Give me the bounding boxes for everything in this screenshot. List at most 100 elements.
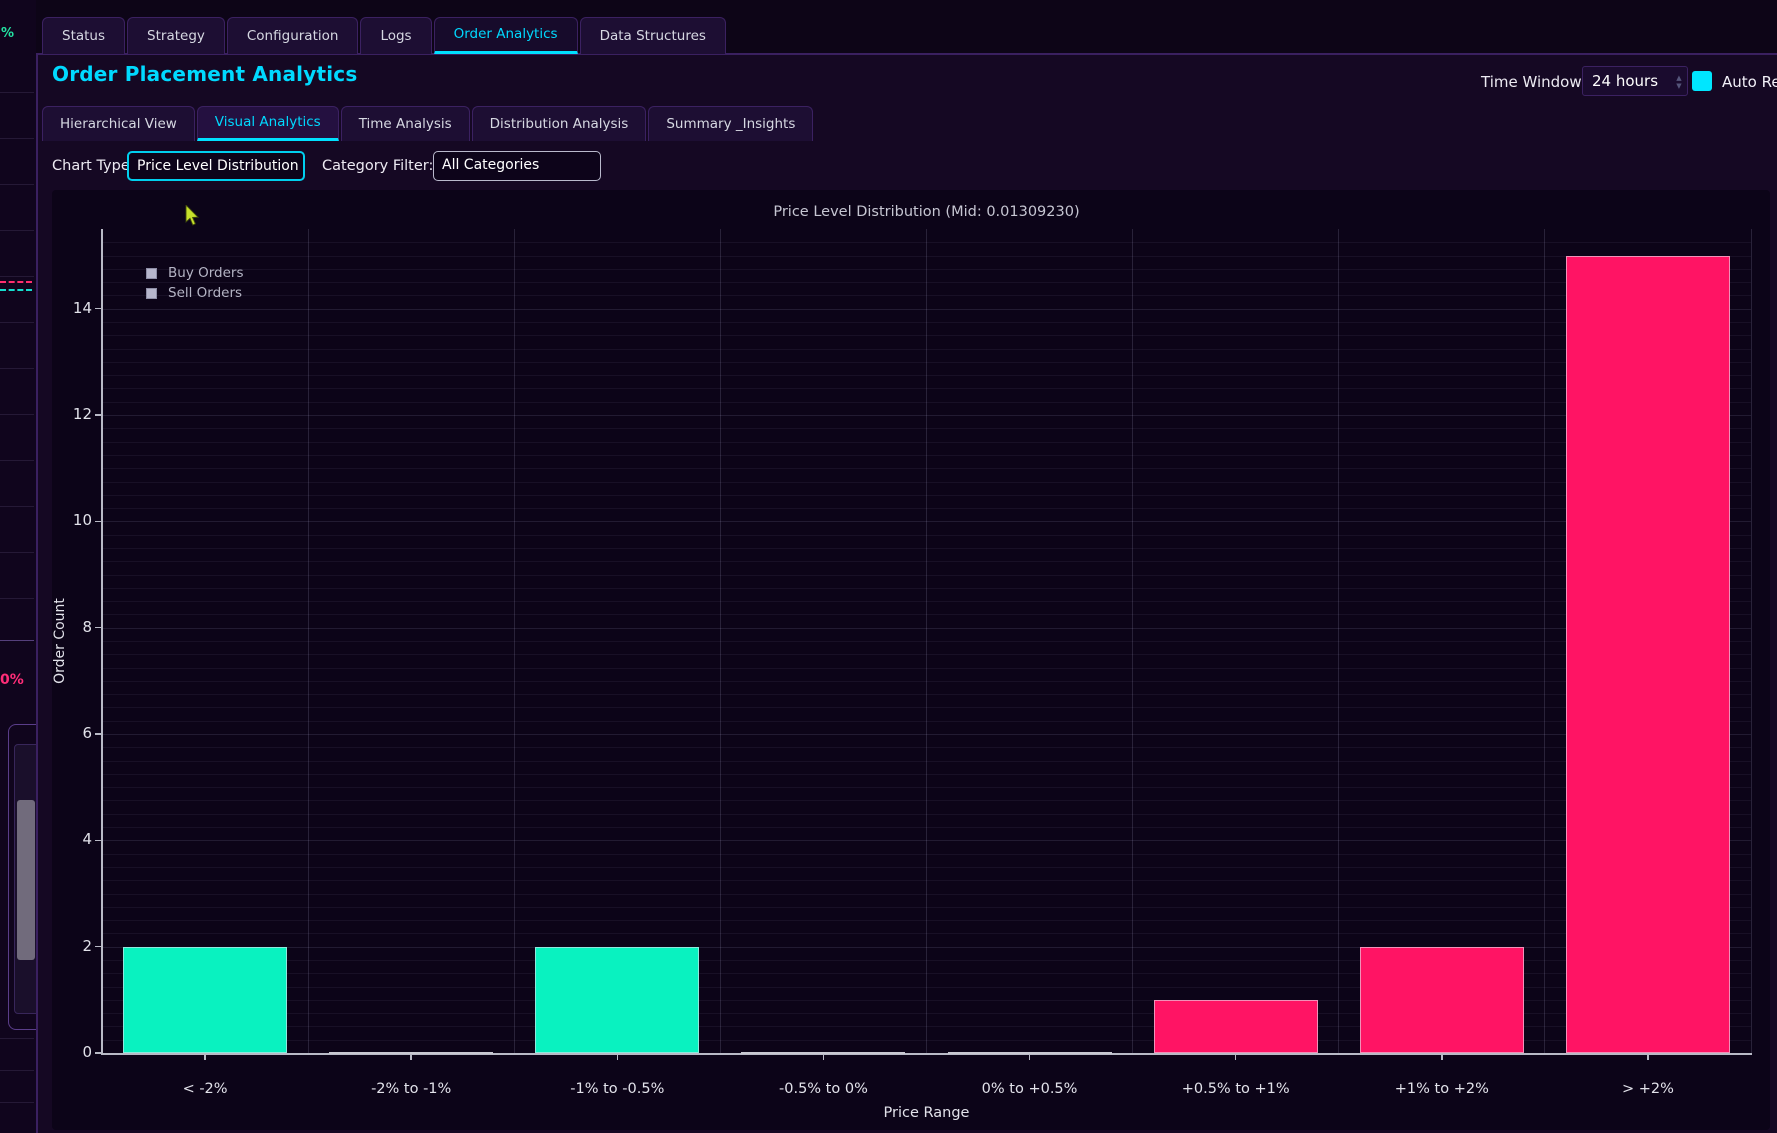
x-axis-tick-label: 0% to +0.5% xyxy=(927,1081,1133,1097)
bar-buy xyxy=(535,947,699,1053)
x-axis-title: Price Range xyxy=(102,1105,1751,1121)
grid-line-horizontal xyxy=(102,269,1751,270)
y-axis-title: Order Count xyxy=(52,598,68,684)
grid-line-horizontal xyxy=(102,375,1751,376)
grid-line-horizontal xyxy=(102,495,1751,496)
grid-line-horizontal xyxy=(102,614,1751,615)
analytics-subtabbar: Hierarchical View Visual Analytics Time … xyxy=(42,106,815,141)
grid-line-horizontal xyxy=(102,707,1751,708)
subtab-hierarchical-view[interactable]: Hierarchical View xyxy=(42,106,195,141)
grid-line-horizontal xyxy=(102,561,1751,562)
grid-line-horizontal xyxy=(102,309,1751,310)
chart-type-label: Chart Type: xyxy=(52,158,135,174)
time-window-select[interactable]: 24 hours ▲▼ xyxy=(1582,66,1688,96)
y-axis-tick-label: 2 xyxy=(38,937,92,955)
tab-strategy[interactable]: Strategy xyxy=(127,17,225,54)
grid-line-horizontal xyxy=(102,761,1751,762)
tab-data-structures[interactable]: Data Structures xyxy=(580,17,726,54)
grid-line-horizontal xyxy=(102,468,1751,469)
x-axis-tick xyxy=(410,1055,412,1060)
grid-line-horizontal xyxy=(102,442,1751,443)
subtab-time-analysis[interactable]: Time Analysis xyxy=(341,106,470,141)
category-filter-label: Category Filter: xyxy=(322,158,433,174)
grid-line-horizontal xyxy=(102,402,1751,403)
grid-line-horizontal xyxy=(102,322,1751,323)
grid-line-horizontal xyxy=(102,747,1751,748)
grid-line-horizontal xyxy=(102,654,1751,655)
grid-line-horizontal xyxy=(102,335,1751,336)
background-table-rows-bottom xyxy=(0,1038,34,1133)
y-axis-tick xyxy=(95,946,102,948)
grid-line-horizontal xyxy=(102,548,1751,549)
y-axis-tick-label: 10 xyxy=(38,511,92,529)
y-axis-tick-label: 8 xyxy=(38,618,92,636)
grid-line-horizontal xyxy=(102,920,1751,921)
tab-status[interactable]: Status xyxy=(42,17,125,54)
x-axis-tick-label: -0.5% to 0% xyxy=(720,1081,926,1097)
auto-refresh-checkbox[interactable] xyxy=(1692,71,1712,91)
grid-line-horizontal xyxy=(102,508,1751,509)
grid-line-horizontal xyxy=(102,894,1751,895)
y-axis-tick-label: 4 xyxy=(38,830,92,848)
bar-zero xyxy=(329,1052,493,1054)
y-axis-tick xyxy=(95,521,102,523)
bar-zero xyxy=(741,1052,905,1054)
tab-logs[interactable]: Logs xyxy=(360,17,431,54)
background-percent-value: % xyxy=(1,26,14,41)
grid-line-horizontal xyxy=(102,388,1751,389)
grid-line-horizontal xyxy=(102,295,1751,296)
grid-line-horizontal xyxy=(102,681,1751,682)
background-gauge-bar xyxy=(17,800,35,960)
x-axis-tick xyxy=(823,1055,825,1060)
grid-line-horizontal xyxy=(102,349,1751,350)
auto-refresh-label: Auto Refresh xyxy=(1722,73,1777,91)
y-axis-tick-label: 0 xyxy=(38,1043,92,1061)
y-axis-tick-label: 12 xyxy=(38,405,92,423)
subtab-visual-analytics[interactable]: Visual Analytics xyxy=(197,106,339,141)
background-table-rows xyxy=(0,92,34,632)
tab-configuration[interactable]: Configuration xyxy=(227,17,359,54)
y-axis-tick xyxy=(95,733,102,735)
x-axis-tick-label: < -2% xyxy=(102,1081,308,1097)
grid-line-horizontal xyxy=(102,814,1751,815)
legend-marker-icon xyxy=(146,288,157,299)
bar-sell xyxy=(1154,1000,1318,1053)
background-separator xyxy=(0,640,34,641)
tab-order-analytics[interactable]: Order Analytics xyxy=(434,17,578,54)
x-axis-tick-label: +0.5% to +1% xyxy=(1133,1081,1339,1097)
chart-title: Price Level Distribution (Mid: 0.0130923… xyxy=(102,204,1751,220)
legend-item: Sell Orders xyxy=(146,283,242,303)
grid-line-horizontal xyxy=(102,721,1751,722)
chart-type-select[interactable]: Price Level Distribution xyxy=(127,151,305,181)
x-axis-tick-label: -1% to -0.5% xyxy=(514,1081,720,1097)
subtab-distribution-analysis[interactable]: Distribution Analysis xyxy=(472,106,647,141)
grid-line-horizontal xyxy=(102,282,1751,283)
bar-sell xyxy=(1360,947,1524,1053)
grid-line-horizontal xyxy=(102,827,1751,828)
grid-line-horizontal xyxy=(102,840,1751,841)
grid-line-horizontal xyxy=(102,362,1751,363)
grid-line-horizontal xyxy=(102,880,1751,881)
legend-item: Buy Orders xyxy=(146,263,244,283)
subtab-summary-insights[interactable]: Summary _Insights xyxy=(648,106,813,141)
bar-sell xyxy=(1566,256,1730,1053)
bar-zero xyxy=(948,1052,1112,1054)
grid-line-horizontal xyxy=(102,601,1751,602)
x-axis-tick xyxy=(204,1055,206,1060)
y-axis-tick xyxy=(95,308,102,310)
grid-line-horizontal xyxy=(102,787,1751,788)
grid-line-horizontal xyxy=(102,800,1751,801)
background-dashed-line-cyan xyxy=(0,289,32,291)
x-axis-tick xyxy=(1647,1055,1649,1060)
x-axis-tick-label: -2% to -1% xyxy=(308,1081,514,1097)
grid-line-horizontal xyxy=(102,694,1751,695)
grid-line-horizontal xyxy=(102,455,1751,456)
grid-line-horizontal xyxy=(102,668,1751,669)
grid-line-horizontal xyxy=(102,933,1751,934)
grid-line-horizontal xyxy=(102,628,1751,629)
spinner-arrows-icon[interactable]: ▲▼ xyxy=(1674,74,1684,90)
category-filter-select[interactable]: All Categories xyxy=(433,151,601,181)
grid-line-horizontal xyxy=(102,641,1751,642)
grid-line-horizontal xyxy=(102,734,1751,735)
y-axis-tick xyxy=(95,627,102,629)
